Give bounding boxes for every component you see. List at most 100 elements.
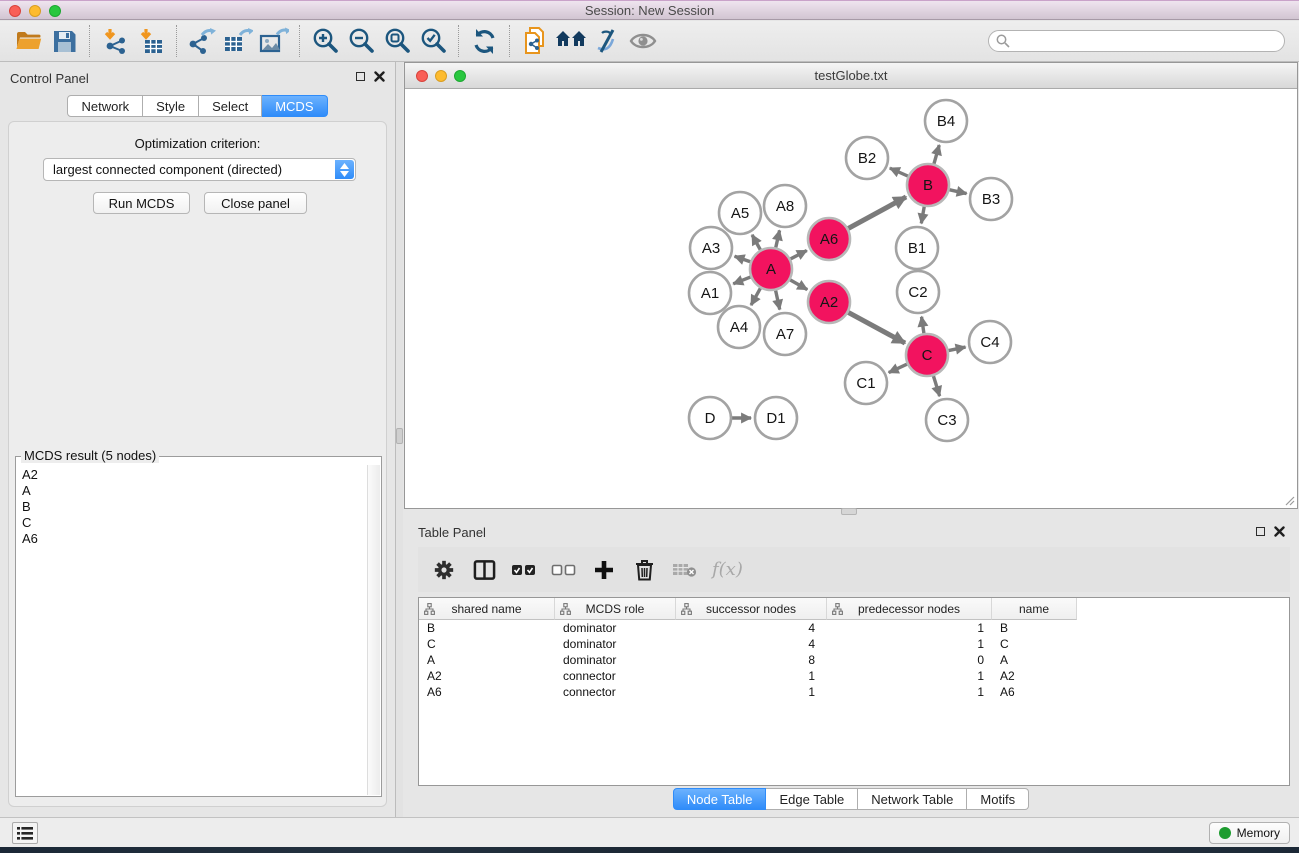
graph-node-C[interactable]: C — [906, 334, 948, 376]
import-network-button[interactable] — [97, 24, 133, 58]
search-input[interactable] — [988, 30, 1285, 52]
graph-node-B[interactable]: B — [907, 164, 949, 206]
graph-node-A3[interactable]: A3 — [690, 227, 732, 269]
cell-successor-nodes[interactable]: 4 — [676, 637, 827, 651]
toggle-graphics-details-button[interactable] — [625, 24, 661, 58]
export-image-button[interactable] — [256, 24, 292, 58]
close-table-panel-icon[interactable] — [1274, 526, 1285, 537]
cell-name[interactable]: A — [992, 653, 1077, 667]
delete-table-button[interactable] — [666, 553, 702, 587]
cell-successor-nodes[interactable]: 1 — [676, 685, 827, 699]
cell-shared-name[interactable]: A — [419, 653, 555, 667]
table-row[interactable]: B dominator 4 1 B — [419, 620, 1289, 636]
tab-select[interactable]: Select — [199, 95, 262, 117]
hide-annotations-button[interactable] — [589, 24, 625, 58]
graph-node-B2[interactable]: B2 — [846, 137, 888, 179]
column-header-successor-nodes[interactable]: successor nodes — [676, 598, 827, 620]
result-scrollbar[interactable] — [367, 465, 380, 795]
divider-grab-handle[interactable] — [396, 428, 403, 444]
float-panel-icon[interactable] — [356, 72, 365, 81]
tab-network[interactable]: Network — [67, 95, 143, 117]
cell-name[interactable]: A2 — [992, 669, 1077, 683]
cell-name[interactable]: C — [992, 637, 1077, 651]
cell-successor-nodes[interactable]: 1 — [676, 669, 827, 683]
task-history-button[interactable] — [12, 822, 38, 844]
graph-node-B3[interactable]: B3 — [970, 178, 1012, 220]
cell-successor-nodes[interactable]: 4 — [676, 621, 827, 635]
cell-shared-name[interactable]: B — [419, 621, 555, 635]
cell-predecessor-nodes[interactable]: 1 — [827, 669, 992, 683]
network-canvas[interactable]: B4B2BB3A8A5A6A3B1AA1C2A2A4A7C4CC1DD1C3 — [405, 90, 1297, 508]
cell-mcds-role[interactable]: dominator — [555, 621, 676, 635]
window-resize-grip[interactable] — [1282, 493, 1295, 506]
network-graph[interactable]: B4B2BB3A8A5A6A3B1AA1C2A2A4A7C4CC1DD1C3 — [405, 90, 1297, 508]
close-panel-button[interactable]: Close panel — [204, 192, 307, 214]
graph-node-D1[interactable]: D1 — [755, 397, 797, 439]
cell-predecessor-nodes[interactable]: 1 — [827, 621, 992, 635]
graph-node-A5[interactable]: A5 — [719, 192, 761, 234]
cell-shared-name[interactable]: A6 — [419, 685, 555, 699]
mcds-result-item[interactable]: B — [22, 499, 38, 515]
run-mcds-button[interactable]: Run MCDS — [93, 192, 190, 214]
cell-name[interactable]: A6 — [992, 685, 1077, 699]
graph-node-C3[interactable]: C3 — [926, 399, 968, 441]
mcds-result-item[interactable]: C — [22, 515, 38, 531]
float-table-panel-icon[interactable] — [1256, 527, 1265, 536]
graph-node-C1[interactable]: C1 — [845, 362, 887, 404]
cell-predecessor-nodes[interactable]: 1 — [827, 685, 992, 699]
mcds-result-item[interactable]: A6 — [22, 531, 38, 547]
cell-predecessor-nodes[interactable]: 0 — [827, 653, 992, 667]
cell-mcds-role[interactable]: connector — [555, 685, 676, 699]
table-row[interactable]: C dominator 4 1 C — [419, 636, 1289, 652]
mcds-result-item[interactable]: A — [22, 483, 38, 499]
column-header-predecessor-nodes[interactable]: predecessor nodes — [827, 598, 992, 620]
tab-network-table[interactable]: Network Table — [858, 788, 967, 810]
table-row[interactable]: A6 connector 1 1 A6 — [419, 684, 1289, 700]
memory-status-button[interactable]: Memory — [1209, 822, 1290, 844]
import-table-button[interactable] — [133, 24, 169, 58]
table-row[interactable]: A2 connector 1 1 A2 — [419, 668, 1289, 684]
graph-node-B1[interactable]: B1 — [896, 227, 938, 269]
tab-style[interactable]: Style — [143, 95, 199, 117]
graph-node-A8[interactable]: A8 — [764, 185, 806, 227]
cell-mcds-role[interactable]: connector — [555, 669, 676, 683]
zoom-window-button[interactable] — [49, 5, 61, 17]
cell-successor-nodes[interactable]: 8 — [676, 653, 827, 667]
open-session-button[interactable] — [10, 24, 46, 58]
horizontal-divider-handle[interactable] — [841, 508, 857, 515]
cell-shared-name[interactable]: A2 — [419, 669, 555, 683]
graph-node-A4[interactable]: A4 — [718, 306, 760, 348]
zoom-selected-button[interactable] — [415, 24, 451, 58]
export-table-button[interactable] — [220, 24, 256, 58]
cell-predecessor-nodes[interactable]: 1 — [827, 637, 992, 651]
app-titlebar[interactable]: Session: New Session — [0, 0, 1299, 20]
tab-motifs[interactable]: Motifs — [967, 788, 1029, 810]
unselect-all-columns-button[interactable] — [546, 553, 582, 587]
zoom-network-button[interactable] — [454, 70, 466, 82]
column-header-mcds-role[interactable]: MCDS role — [555, 598, 676, 620]
show-all-networks-button[interactable] — [553, 24, 589, 58]
optimization-criterion-select[interactable]: largest connected component (directed) — [43, 158, 356, 181]
delete-columns-button[interactable] — [626, 553, 662, 587]
graph-node-A6[interactable]: A6 — [808, 218, 850, 260]
close-panel-icon[interactable] — [374, 71, 385, 82]
function-builder-button[interactable]: f(x) — [712, 559, 743, 580]
cell-mcds-role[interactable]: dominator — [555, 637, 676, 651]
refresh-layout-button[interactable] — [466, 24, 502, 58]
cell-shared-name[interactable]: C — [419, 637, 555, 651]
add-column-button[interactable] — [586, 553, 622, 587]
tab-node-table[interactable]: Node Table — [673, 788, 767, 810]
cell-name[interactable]: B — [992, 621, 1077, 635]
graph-node-A7[interactable]: A7 — [764, 313, 806, 355]
select-all-columns-button[interactable] — [506, 553, 542, 587]
minimize-network-button[interactable] — [435, 70, 447, 82]
graph-node-C4[interactable]: C4 — [969, 321, 1011, 363]
save-session-button[interactable] — [46, 24, 82, 58]
graph-edge-A2-C[interactable] — [844, 310, 905, 343]
zoom-fit-button[interactable] — [379, 24, 415, 58]
cell-mcds-role[interactable]: dominator — [555, 653, 676, 667]
zoom-in-button[interactable] — [307, 24, 343, 58]
tab-edge-table[interactable]: Edge Table — [766, 788, 858, 810]
table-row[interactable]: A dominator 8 0 A — [419, 652, 1289, 668]
clone-network-button[interactable] — [517, 24, 553, 58]
